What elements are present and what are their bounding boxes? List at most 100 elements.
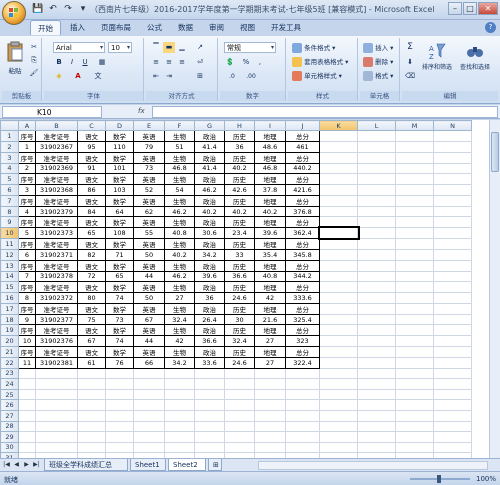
cell[interactable]: 31902371	[35, 248, 78, 261]
cell[interactable]	[433, 313, 472, 326]
cell[interactable]: 政治	[194, 194, 225, 207]
cell[interactable]	[433, 409, 472, 422]
clear-icon[interactable]: ⌫	[404, 71, 416, 82]
align-bottom-icon[interactable]: ▁	[176, 42, 188, 53]
currency-icon[interactable]: 💲	[224, 57, 236, 68]
cell[interactable]: 序号	[18, 281, 36, 294]
tab-1[interactable]: 插入	[63, 20, 92, 35]
cell[interactable]	[357, 162, 396, 175]
cell[interactable]: 52	[133, 184, 165, 196]
cell[interactable]: 准考证号	[35, 324, 78, 337]
cell[interactable]: 31902376	[35, 335, 78, 347]
cell[interactable]	[194, 431, 225, 443]
column-header[interactable]: H	[224, 120, 255, 131]
align-middle-icon[interactable]: ▬	[163, 42, 175, 53]
cell[interactable]	[254, 367, 286, 380]
cell[interactable]	[18, 399, 36, 411]
cell[interactable]	[285, 378, 320, 390]
cell[interactable]: 31902372	[35, 292, 78, 304]
column-header[interactable]: F	[164, 120, 195, 131]
cell[interactable]	[133, 441, 165, 454]
cell[interactable]: 65	[105, 270, 134, 283]
cell[interactable]: 31902378	[35, 270, 78, 283]
cell[interactable]	[319, 388, 358, 401]
row-header[interactable]: 21	[0, 345, 19, 358]
cell[interactable]: 76	[105, 356, 134, 369]
cell[interactable]: 67	[133, 313, 165, 326]
cell[interactable]: 103	[105, 184, 134, 196]
cell[interactable]	[319, 335, 358, 347]
cell[interactable]	[194, 378, 225, 390]
format-as-table-button[interactable]: 套用表格格式 ▾	[292, 56, 348, 67]
cell[interactable]	[357, 388, 396, 401]
cell[interactable]: 421.6	[285, 184, 320, 196]
cell[interactable]: 46.2	[194, 184, 225, 196]
decrease-indent-icon[interactable]: ⇤	[150, 71, 162, 82]
cell[interactable]	[357, 345, 396, 358]
align-right-icon[interactable]: ≡	[176, 57, 188, 68]
column-header[interactable]: E	[133, 120, 165, 131]
cell[interactable]	[319, 173, 358, 186]
cell[interactable]	[395, 378, 434, 390]
cell[interactable]	[224, 431, 255, 443]
cell[interactable]	[194, 409, 225, 422]
cell[interactable]	[77, 388, 106, 401]
row-header[interactable]: 25	[0, 388, 19, 401]
cell[interactable]: 362.4	[285, 227, 320, 239]
format-cells-button[interactable]: 格式 ▾	[363, 70, 393, 81]
cell[interactable]	[357, 151, 396, 164]
format-painter-icon[interactable]: 🖌	[28, 68, 40, 79]
cell[interactable]	[395, 141, 434, 153]
cell[interactable]	[133, 388, 165, 401]
cell[interactable]: 地理	[254, 345, 286, 358]
cell[interactable]: 语文	[77, 237, 106, 250]
cell[interactable]: 政治	[194, 281, 225, 294]
cell[interactable]: 5	[18, 227, 36, 239]
cell[interactable]: 序号	[18, 130, 36, 142]
cell[interactable]	[433, 281, 472, 294]
row-header[interactable]: 19	[0, 324, 19, 337]
cell[interactable]	[433, 399, 472, 411]
cell[interactable]	[357, 431, 396, 443]
cell[interactable]	[357, 356, 396, 369]
cell[interactable]	[395, 388, 434, 401]
select-all-corner[interactable]	[0, 120, 19, 131]
cell[interactable]: 27	[254, 356, 286, 369]
cell[interactable]: 地理	[254, 237, 286, 250]
cell[interactable]: 40.2	[224, 162, 255, 175]
cell[interactable]: 48.6	[254, 141, 286, 153]
row-header[interactable]: 6	[0, 184, 19, 196]
help-icon[interactable]: ?	[485, 22, 496, 33]
cell[interactable]	[194, 399, 225, 411]
cell[interactable]: 语文	[77, 216, 106, 229]
find-select-button[interactable]: 查找和选择	[458, 42, 492, 71]
cell[interactable]: 政治	[194, 345, 225, 358]
cell[interactable]	[164, 431, 195, 443]
cell[interactable]: 序号	[18, 173, 36, 186]
tab-7[interactable]: 开发工具	[264, 20, 308, 35]
name-box[interactable]: K10	[2, 106, 102, 118]
cell[interactable]	[224, 420, 255, 433]
cell[interactable]	[395, 335, 434, 347]
row-header[interactable]: 30	[0, 441, 19, 454]
cell[interactable]: 历史	[224, 324, 255, 337]
cell[interactable]	[433, 130, 472, 142]
cell[interactable]	[395, 162, 434, 175]
cell[interactable]: 72	[77, 270, 106, 283]
cell[interactable]	[357, 441, 396, 454]
cell[interactable]: 历史	[224, 302, 255, 315]
cell[interactable]	[319, 409, 358, 422]
office-button[interactable]	[2, 1, 26, 25]
cell[interactable]: 历史	[224, 216, 255, 229]
cell[interactable]: 62	[133, 205, 165, 218]
cell[interactable]: 序号	[18, 194, 36, 207]
cell[interactable]: 准考证号	[35, 259, 78, 272]
cell[interactable]: 73	[133, 162, 165, 175]
cell[interactable]	[357, 216, 396, 229]
cell[interactable]	[224, 367, 255, 380]
cell[interactable]: 32.4	[224, 335, 255, 347]
row-header[interactable]: 9	[0, 216, 19, 229]
column-header[interactable]: B	[35, 120, 78, 131]
cell[interactable]: 准考证号	[35, 345, 78, 358]
cell[interactable]: 地理	[254, 216, 286, 229]
